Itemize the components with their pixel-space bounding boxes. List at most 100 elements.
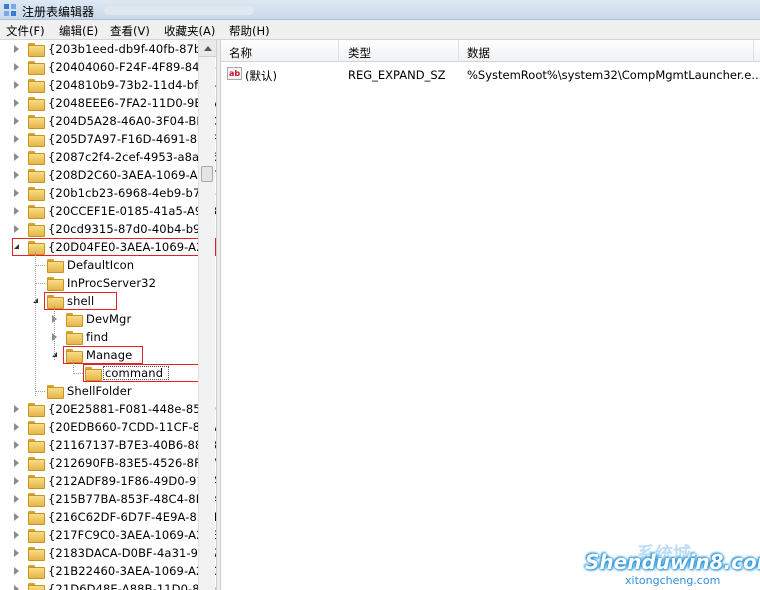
tree-node[interactable]: {20b1cb23-6968-4eb9-b7d4- — [0, 184, 216, 202]
string-value-icon: ab — [227, 67, 242, 80]
tree-node[interactable]: {21167137-B7E3-40B6-8863- — [0, 436, 216, 454]
list-row[interactable]: ab (默认) REG_EXPAND_SZ %SystemRoot%\syste… — [221, 65, 760, 83]
tree-connector — [73, 360, 74, 372]
scroll-thumb[interactable] — [201, 166, 213, 182]
menu-favorites[interactable]: 收藏夹(A) — [164, 23, 215, 39]
highlight-box — [63, 346, 143, 364]
folder-icon — [28, 187, 45, 201]
tree-node[interactable]: {2048EEE6-7FA2-11D0-9E6A- — [0, 94, 216, 112]
tree-node-label: {215B77BA-853F-48C4-8DC4 — [48, 492, 216, 506]
folder-icon — [28, 511, 45, 525]
tree-node-label: {212690FB-83E5-4526-8FD7- — [48, 456, 216, 470]
collapsed-arrow-icon[interactable] — [14, 549, 19, 557]
folder-icon — [28, 421, 45, 435]
collapsed-arrow-icon[interactable] — [14, 495, 19, 503]
scroll-up-arrow-icon[interactable] — [199, 40, 216, 57]
tree-node[interactable]: {204810b9-73b2-11d4-bf42- — [0, 76, 216, 94]
tree-connector — [35, 252, 36, 396]
tree-node[interactable]: DefaultIcon — [0, 256, 198, 274]
tree-node[interactable]: ShellFolder — [0, 382, 198, 400]
folder-icon — [28, 79, 45, 93]
collapsed-arrow-icon[interactable] — [14, 45, 19, 53]
collapsed-arrow-icon[interactable] — [14, 153, 19, 161]
menu-file[interactable]: 文件(F) — [6, 23, 45, 39]
tree-connector — [35, 265, 45, 266]
collapsed-arrow-icon[interactable] — [14, 207, 19, 215]
tree-node-label: {204810b9-73b2-11d4-bf42- — [48, 78, 216, 92]
tree-node[interactable]: {217FC9C0-3AEA-1069-A2DE — [0, 526, 216, 544]
menu-view[interactable]: 查看(V) — [110, 23, 150, 39]
tree-node[interactable]: DevMgr — [0, 310, 198, 328]
menu-bar: 文件(F) 编辑(E) 查看(V) 收藏夹(A) 帮助(H) — [0, 20, 760, 40]
collapsed-arrow-icon[interactable] — [14, 423, 19, 431]
folder-icon — [28, 115, 45, 129]
folder-icon — [47, 259, 64, 273]
title-bar: 注册表编辑器 — [0, 0, 760, 20]
tree-node[interactable]: {20cd9315-87d0-40b4-b925- — [0, 220, 216, 238]
collapsed-arrow-icon[interactable] — [14, 171, 19, 179]
folder-icon — [28, 169, 45, 183]
collapsed-arrow-icon[interactable] — [14, 117, 19, 125]
folder-icon — [28, 223, 45, 237]
collapsed-arrow-icon[interactable] — [14, 441, 19, 449]
tree-node[interactable]: {21D6D48E-A88B-11D0-83DD — [0, 580, 216, 590]
tree-node-label: {2183DACA-D0BF-4a31-97F7 — [48, 546, 216, 560]
collapsed-arrow-icon[interactable] — [14, 531, 19, 539]
folder-icon — [66, 313, 83, 327]
collapsed-arrow-icon[interactable] — [14, 585, 19, 590]
tree-node[interactable]: {216C62DF-6D7F-4E9A-8571 — [0, 508, 216, 526]
tree-node[interactable]: {208D2C60-3AEA-1069-A2D7 — [0, 166, 216, 184]
tree-node[interactable]: {203b1eed-db9f-40fb-87bd- — [0, 40, 213, 58]
tree-node[interactable]: {205D7A97-F16D-4691-86EF- — [0, 130, 216, 148]
collapsed-arrow-icon[interactable] — [14, 99, 19, 107]
collapsed-arrow-icon[interactable] — [14, 477, 19, 485]
tree-node-label: {20CCEF1E-0185-41a5-A933- — [48, 204, 216, 218]
collapsed-arrow-icon[interactable] — [14, 81, 19, 89]
window-title: 注册表编辑器 — [22, 5, 95, 19]
tree-scrollbar[interactable] — [198, 40, 216, 590]
watermark: 系统城 Shenduwin8.com xitongcheng.com — [575, 540, 760, 590]
folder-icon — [47, 277, 64, 291]
column-type[interactable]: 类型 — [348, 45, 371, 61]
tree-node[interactable]: find — [0, 328, 198, 346]
tree-node[interactable]: {2087c2f4-2cef-4953-a8ab-6 — [0, 148, 216, 166]
tree-node[interactable]: {215B77BA-853F-48C4-8DC4 — [0, 490, 216, 508]
tree-node[interactable]: {21B22460-3AEA-1069-A2DC — [0, 562, 216, 580]
column-separator[interactable] — [338, 40, 339, 62]
tree-node-label: {20EDB660-7CDD-11CF-8DA — [48, 420, 216, 434]
collapsed-arrow-icon[interactable] — [14, 567, 19, 575]
tree-node[interactable]: {20EDB660-7CDD-11CF-8DA — [0, 418, 216, 436]
collapsed-arrow-icon[interactable] — [14, 63, 19, 71]
column-data[interactable]: 数据 — [467, 45, 490, 61]
column-name[interactable]: 名称 — [229, 45, 252, 61]
value-type: REG_EXPAND_SZ — [348, 68, 446, 82]
folder-icon — [28, 439, 45, 453]
collapsed-arrow-icon[interactable] — [14, 189, 19, 197]
registry-tree[interactable]: {203b1eed-db9f-40fb-87bd- {20404060-F24F-… — [0, 40, 216, 590]
tree-node[interactable]: {20404060-F24F-4F89-84C6- — [0, 58, 216, 76]
tree-node[interactable]: {204D5A28-46A0-3F04-BD7C — [0, 112, 216, 130]
tree-node-label: {21D6D48E-A88B-11D0-83DD — [48, 582, 216, 590]
tree-node[interactable]: {2183DACA-D0BF-4a31-97F7 — [0, 544, 216, 562]
collapsed-arrow-icon[interactable] — [14, 135, 19, 143]
tree-node[interactable]: {212ADF89-1F86-49D0-914A — [0, 472, 216, 490]
watermark-main: Shenduwin8.com — [585, 550, 760, 574]
tree-connector — [54, 306, 55, 360]
collapsed-arrow-icon[interactable] — [14, 513, 19, 521]
tree-node[interactable]: {212690FB-83E5-4526-8FD7- — [0, 454, 216, 472]
column-separator[interactable] — [753, 40, 754, 62]
collapsed-arrow-icon[interactable] — [14, 225, 19, 233]
tree-node-label: {204D5A28-46A0-3F04-BD7C — [48, 114, 216, 128]
tree-node[interactable]: {20CCEF1E-0185-41a5-A933- — [0, 202, 216, 220]
collapsed-arrow-icon[interactable] — [14, 459, 19, 467]
folder-icon — [28, 547, 45, 561]
folder-icon — [28, 97, 45, 111]
tree-node[interactable]: InProcServer32 — [0, 274, 198, 292]
column-separator[interactable] — [458, 40, 459, 62]
tree-node[interactable]: {20E25881-F081-448e-85C9- — [0, 400, 216, 418]
menu-help[interactable]: 帮助(H) — [229, 23, 270, 39]
values-list[interactable]: 名称 类型 数据 ab (默认) REG_EXPAND_SZ %SystemRo… — [221, 40, 760, 590]
tree-node-label: {212ADF89-1F86-49D0-914A — [48, 474, 216, 488]
menu-edit[interactable]: 编辑(E) — [59, 23, 98, 39]
collapsed-arrow-icon[interactable] — [14, 405, 19, 413]
